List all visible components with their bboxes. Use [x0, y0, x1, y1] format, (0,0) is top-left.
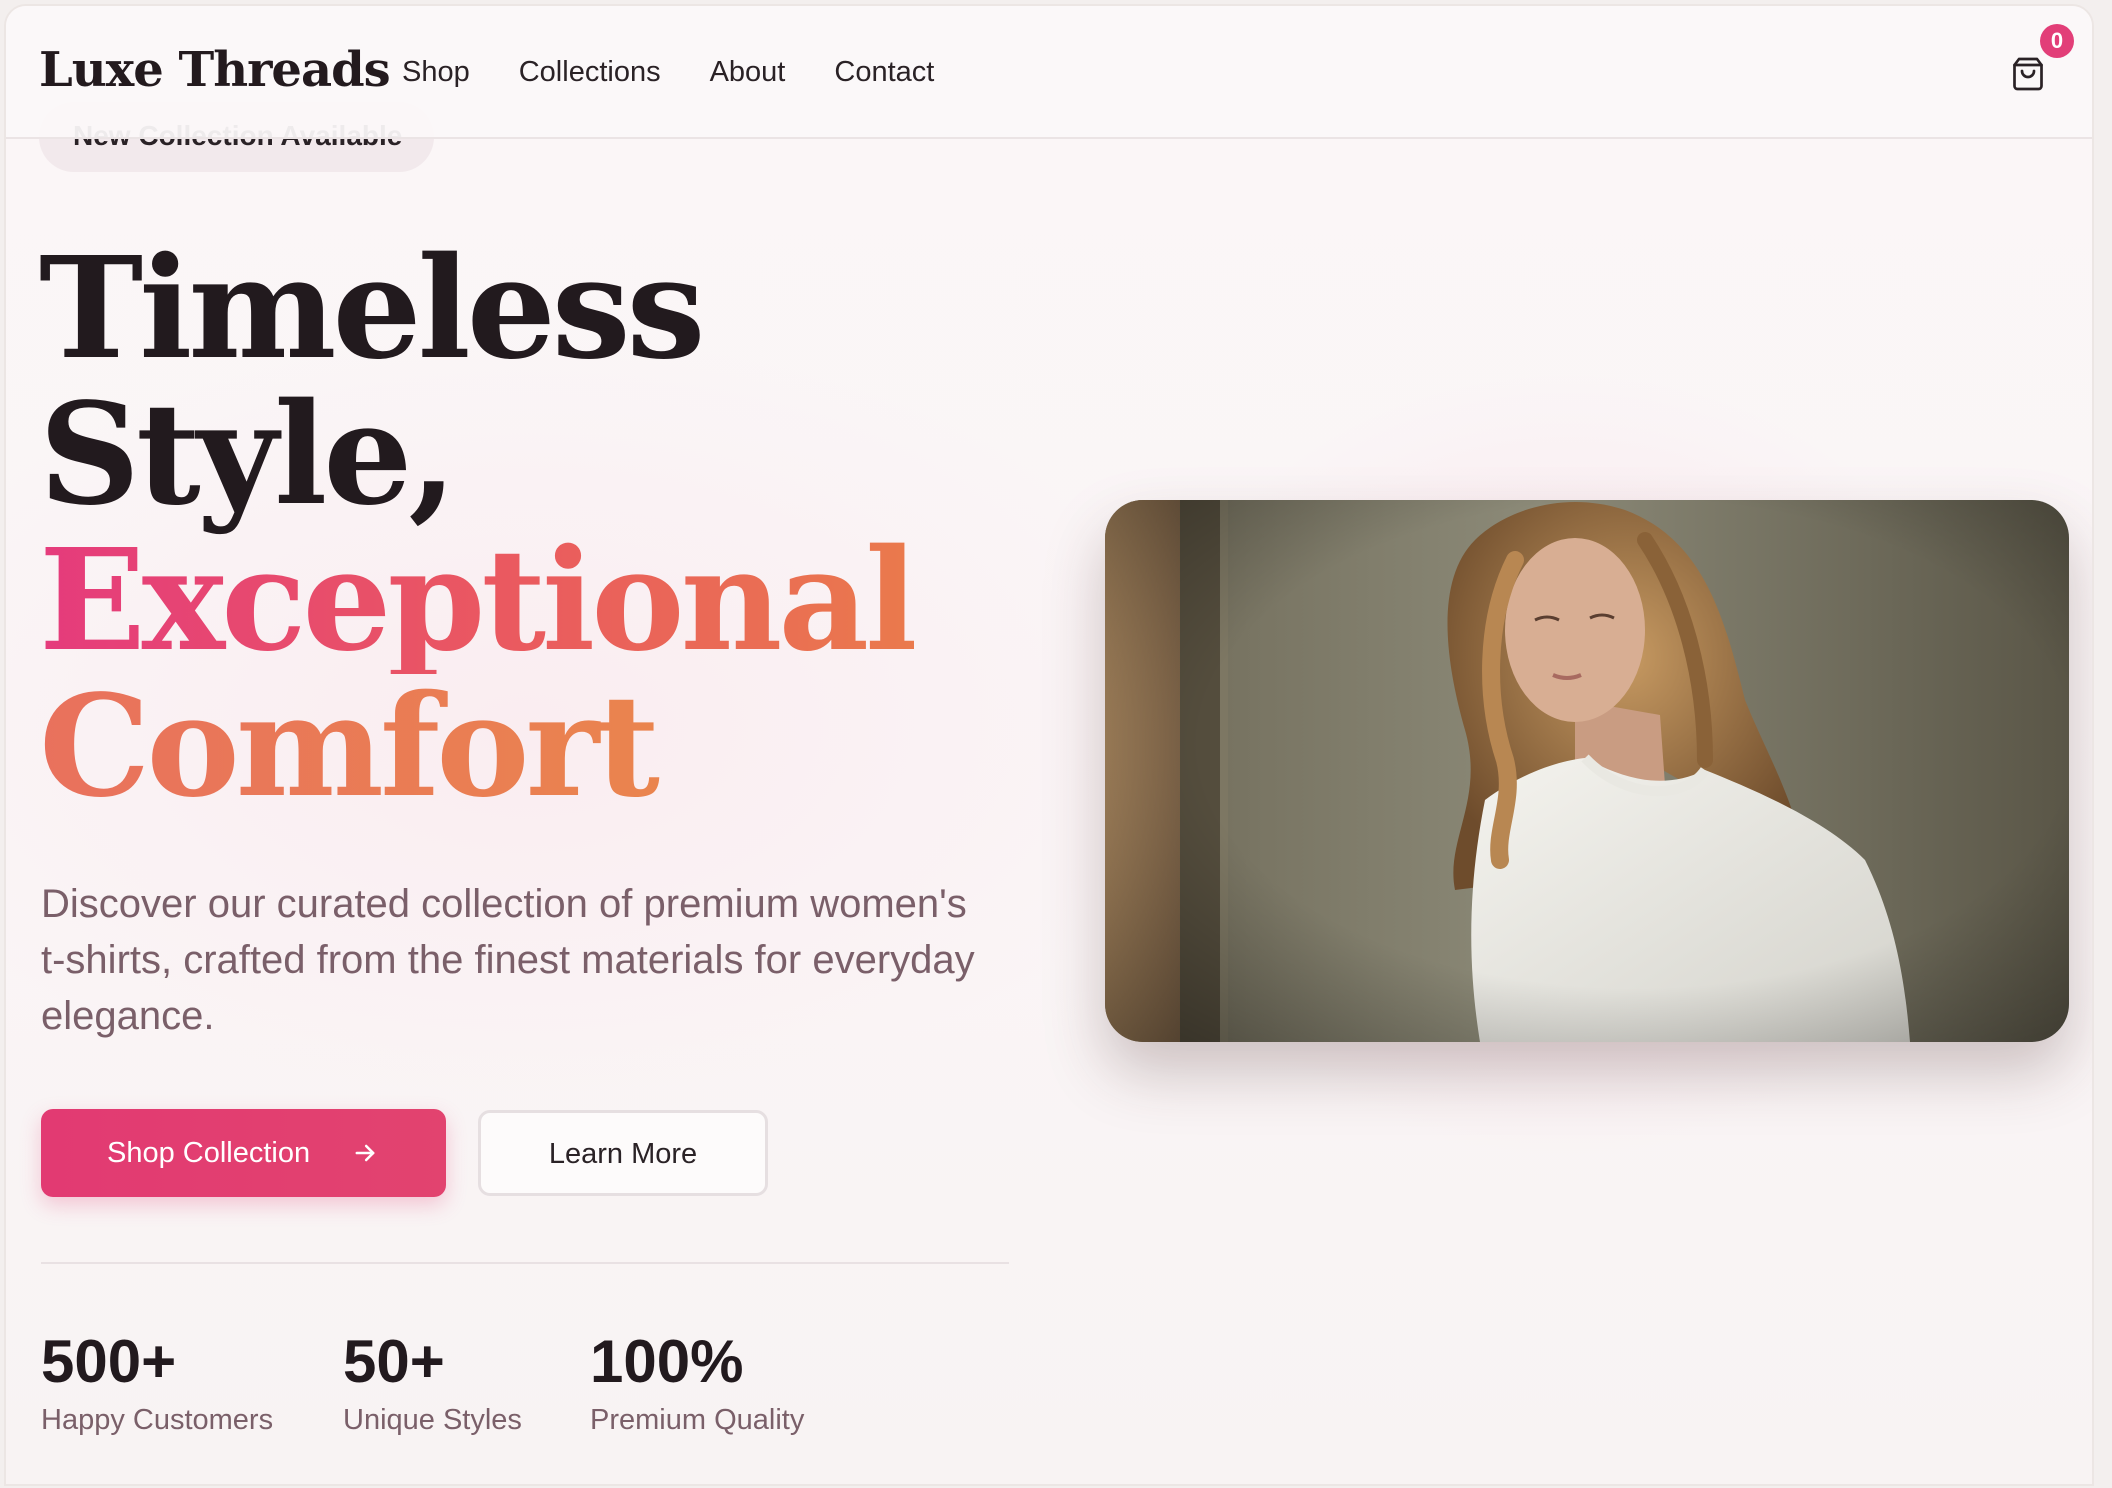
nav-link-shop[interactable]: Shop: [402, 56, 470, 89]
page-frame: Luxe Threads Shop Collections About Cont…: [4, 4, 2094, 1486]
learn-more-button[interactable]: Learn More: [478, 1110, 768, 1196]
stats-divider: [41, 1262, 1009, 1264]
brand-logo[interactable]: Luxe Threads: [39, 42, 391, 98]
stat-premium-quality: 100% Premium Quality: [590, 1326, 804, 1437]
stat-label: Happy Customers: [41, 1404, 274, 1436]
shop-collection-button-label: Shop Collection: [107, 1137, 311, 1169]
stat-happy-customers: 500+ Happy Customers: [41, 1326, 273, 1437]
stat-label: Premium Quality: [590, 1404, 805, 1436]
hero-description: Discover our curated collection of premi…: [41, 882, 975, 1038]
nav-link-about[interactable]: About: [710, 56, 786, 89]
arrow-right-icon: [355, 1144, 375, 1162]
hero-title: Timeless Style, Exceptional Comfort: [39, 227, 918, 820]
stat-value: 50+: [343, 1328, 445, 1395]
hero-image: [1105, 500, 2069, 1042]
shop-collection-button[interactable]: Shop Collection: [41, 1109, 446, 1197]
shopping-bag-icon: [2013, 57, 2043, 91]
hero-title-line-1: Timeless: [39, 227, 705, 391]
stat-value: 100%: [590, 1328, 744, 1395]
hero-title-line-4: Comfort: [39, 674, 914, 820]
stat-label: Unique Styles: [343, 1404, 522, 1436]
main-nav: Shop Collections About Contact: [402, 56, 934, 89]
cart-count-badge: 0: [2040, 24, 2074, 58]
cart-button[interactable]: [2010, 56, 2048, 94]
nav-link-collections[interactable]: Collections: [519, 56, 661, 89]
nav-link-contact[interactable]: Contact: [834, 56, 934, 89]
stat-value: 500+: [41, 1328, 177, 1395]
model-photo: [1105, 500, 2069, 1042]
hero-title-line-3: Exceptional: [39, 519, 918, 683]
site-header: Luxe Threads Shop Collections About Cont…: [6, 6, 2092, 139]
hero-title-line-2: Style,: [39, 373, 457, 537]
stat-unique-styles: 50+ Unique Styles: [343, 1326, 522, 1437]
